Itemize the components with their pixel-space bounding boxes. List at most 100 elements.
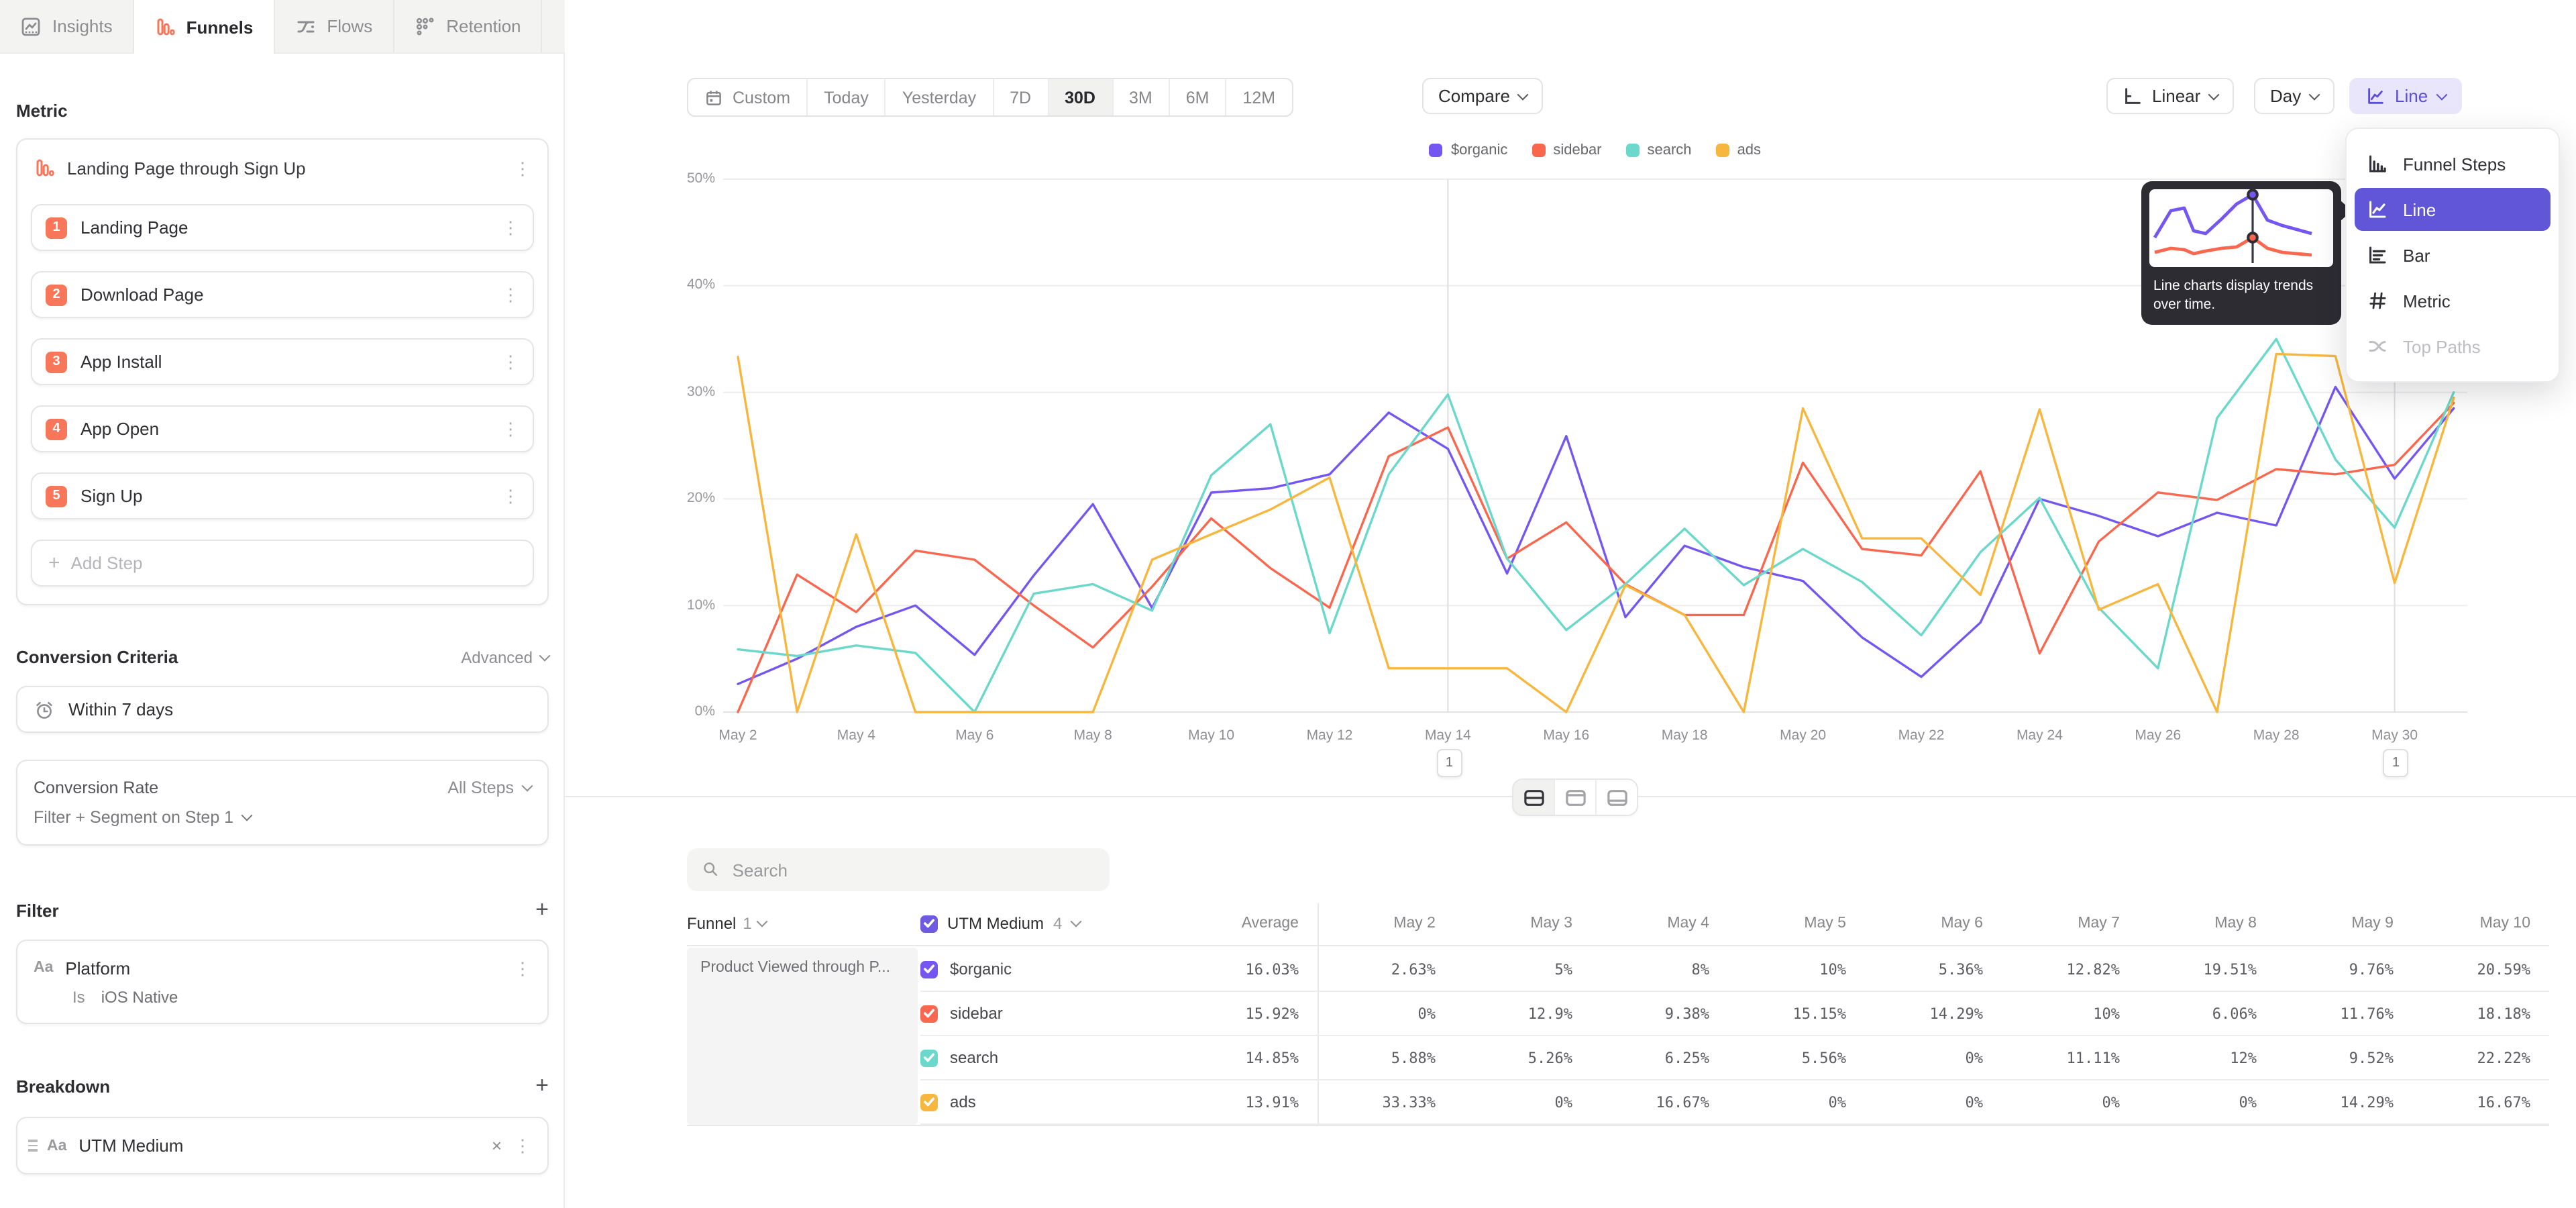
legend-item[interactable]: sidebar xyxy=(1532,142,1601,158)
tab-insights[interactable]: Insights xyxy=(0,0,134,52)
conversion-window-card[interactable]: Within 7 days xyxy=(16,686,549,733)
funnel-step[interactable]: 3App Install⋮ xyxy=(31,338,534,385)
average-value: 13.91% xyxy=(1124,1093,1318,1111)
table-only-view-icon xyxy=(1605,787,1628,807)
add-step-button[interactable]: + Add Step xyxy=(31,540,534,587)
funnel-metric-icon xyxy=(34,157,55,179)
menu-item-funnel-steps[interactable]: Funnel Steps xyxy=(2355,142,2551,185)
range-custom[interactable]: Custom xyxy=(688,79,806,115)
series-checkbox[interactable] xyxy=(920,1093,938,1111)
breakdown-card[interactable]: Aa UTM Medium × ⋮ xyxy=(16,1117,549,1174)
drag-handle-icon[interactable] xyxy=(28,1140,38,1151)
table-only-view-button[interactable] xyxy=(1595,780,1637,815)
date-value: 10% xyxy=(1728,960,1865,978)
date-column-header[interactable]: May 8 xyxy=(2139,915,2275,932)
filter-property-row[interactable]: Aa Platform ⋮ xyxy=(34,952,531,984)
menu-item-bar[interactable]: Bar xyxy=(2355,234,2551,276)
legend-swatch xyxy=(1716,144,1729,157)
legend-swatch xyxy=(1532,144,1545,157)
menu-item-metric[interactable]: Metric xyxy=(2355,279,2551,322)
funnel-step[interactable]: 2Download Page⋮ xyxy=(31,271,534,318)
split-view-icon xyxy=(1522,787,1545,807)
conversion-window-label: Within 7 days xyxy=(68,699,173,719)
legend-item[interactable]: $organic xyxy=(1430,142,1507,158)
select-all-checkbox[interactable] xyxy=(920,915,938,932)
range-3m[interactable]: 3M xyxy=(1112,79,1169,115)
funnel-step[interactable]: 1Landing Page⋮ xyxy=(31,204,534,251)
conversion-rate-dropdown[interactable]: All Steps xyxy=(447,778,531,797)
interval-button[interactable]: Day xyxy=(2254,78,2334,114)
filter-segment-row[interactable]: Filter + Segment on Step 1 xyxy=(34,803,531,832)
split-view-button[interactable] xyxy=(1513,780,1554,815)
series-checkbox[interactable] xyxy=(920,1005,938,1022)
series-checkbox[interactable] xyxy=(920,1049,938,1066)
date-column-header[interactable]: May 4 xyxy=(1591,915,1728,932)
kebab-icon[interactable]: ⋮ xyxy=(502,487,519,505)
add-breakdown-button[interactable]: + xyxy=(535,1072,549,1099)
date-column-header[interactable]: May 9 xyxy=(2275,915,2412,932)
date-column-header[interactable]: May 3 xyxy=(1454,915,1591,932)
funnel-step[interactable]: 4App Open⋮ xyxy=(31,405,534,452)
date-value: 14.29% xyxy=(1865,1005,2002,1022)
chart-legend: $organic sidebar search ads xyxy=(723,142,2467,158)
kebab-icon[interactable]: ⋮ xyxy=(514,159,531,177)
range-30d[interactable]: 30D xyxy=(1047,79,1112,115)
kebab-icon[interactable]: ⋮ xyxy=(514,1137,531,1154)
breakdown-column-header[interactable]: UTM Medium4 xyxy=(920,914,1124,933)
kebab-icon[interactable]: ⋮ xyxy=(502,286,519,303)
legend-item[interactable]: ads xyxy=(1716,142,1762,158)
funnel-column-header[interactable]: Funnel1 xyxy=(687,914,920,933)
date-column-header[interactable]: May 7 xyxy=(2002,915,2139,932)
date-column-header[interactable]: May 6 xyxy=(1865,915,2002,932)
chart-type-button[interactable]: Line xyxy=(2349,78,2461,114)
date-column-header[interactable]: May 2 xyxy=(1318,915,1454,932)
compare-button[interactable]: Compare xyxy=(1422,78,1544,114)
kebab-icon[interactable]: ⋮ xyxy=(502,353,519,370)
date-column-header[interactable]: May 10 xyxy=(2412,915,2549,932)
funnel-name-cell[interactable]: Product Viewed through P... xyxy=(687,948,918,1125)
kebab-icon[interactable]: ⋮ xyxy=(502,420,519,438)
menu-item-line[interactable]: Line xyxy=(2355,188,2551,231)
legend-item[interactable]: search xyxy=(1626,142,1692,158)
alarm-clock-icon xyxy=(34,699,55,720)
tab-label: Flows xyxy=(327,16,372,36)
annotation-badge[interactable]: 1 xyxy=(2383,749,2409,777)
tab-flows[interactable]: Flows xyxy=(274,0,394,52)
x-tick-label: May 12 xyxy=(1283,727,1377,744)
average-column-header[interactable]: Average xyxy=(1124,915,1318,932)
funnel-title-row[interactable]: Landing Page through Sign Up ⋮ xyxy=(31,154,534,184)
search-input[interactable] xyxy=(730,858,1095,881)
legend-label: sidebar xyxy=(1553,142,1601,158)
scale-button[interactable]: Linear xyxy=(2106,78,2234,114)
tab-funnels[interactable]: Funnels xyxy=(134,0,275,54)
date-value: 0% xyxy=(1728,1093,1865,1111)
date-value: 8% xyxy=(1591,960,1728,978)
remove-breakdown-icon[interactable]: × xyxy=(492,1136,502,1156)
range-label: 3M xyxy=(1129,88,1152,107)
advanced-dropdown[interactable]: Advanced xyxy=(461,648,549,666)
range-12m[interactable]: 12M xyxy=(1226,79,1292,115)
kebab-icon[interactable]: ⋮ xyxy=(514,959,531,976)
conversion-rate-card: Conversion Rate All Steps Filter + Segme… xyxy=(16,760,549,846)
breakdown-col-count: 4 xyxy=(1053,914,1062,933)
kebab-icon[interactable]: ⋮ xyxy=(502,219,519,236)
chart-only-view-button[interactable] xyxy=(1554,780,1595,815)
date-value: 0% xyxy=(2002,1093,2139,1111)
chevron-down-icon xyxy=(757,916,768,927)
y-tick-label: 40% xyxy=(687,277,715,293)
tab-retention[interactable]: Retention xyxy=(394,0,542,52)
range-today[interactable]: Today xyxy=(806,79,885,115)
range-7d[interactable]: 7D xyxy=(992,79,1047,115)
series-name: $organic xyxy=(950,960,1012,978)
series-checkbox[interactable] xyxy=(920,960,938,978)
date-column-header[interactable]: May 5 xyxy=(1728,915,1865,932)
funnel-step[interactable]: 5Sign Up⋮ xyxy=(31,472,534,519)
filter-condition[interactable]: IsiOS Native xyxy=(34,984,531,1009)
annotation-badge[interactable]: 1 xyxy=(1436,749,1462,777)
add-filter-button[interactable]: + xyxy=(535,897,549,923)
x-tick-label: May 22 xyxy=(1874,727,1968,744)
series-cell: ads xyxy=(920,1093,1124,1111)
range-yesterday[interactable]: Yesterday xyxy=(885,79,992,115)
range-6m[interactable]: 6M xyxy=(1169,79,1226,115)
filter-property: Platform xyxy=(65,958,130,978)
